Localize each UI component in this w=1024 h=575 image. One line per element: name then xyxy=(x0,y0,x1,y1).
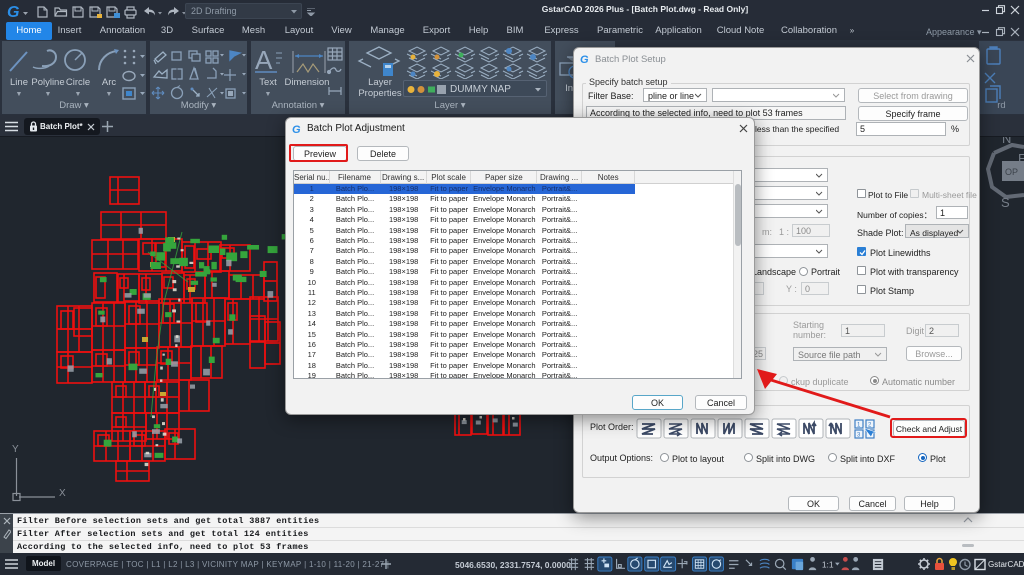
svg-text:Y: Y xyxy=(12,444,19,455)
svg-text:G: G xyxy=(7,4,19,20)
svg-text:A: A xyxy=(255,45,273,75)
svg-text:S: S xyxy=(1001,195,1010,210)
svg-text:N: N xyxy=(1002,137,1011,146)
svg-text:E: E xyxy=(1018,151,1024,166)
svg-text:OP: OP xyxy=(1005,167,1018,177)
svg-text:X: X xyxy=(59,488,66,499)
svg-text:G: G xyxy=(292,124,301,134)
svg-text:G: G xyxy=(580,54,589,64)
svg-text:1:1: 1:1 xyxy=(822,559,834,569)
